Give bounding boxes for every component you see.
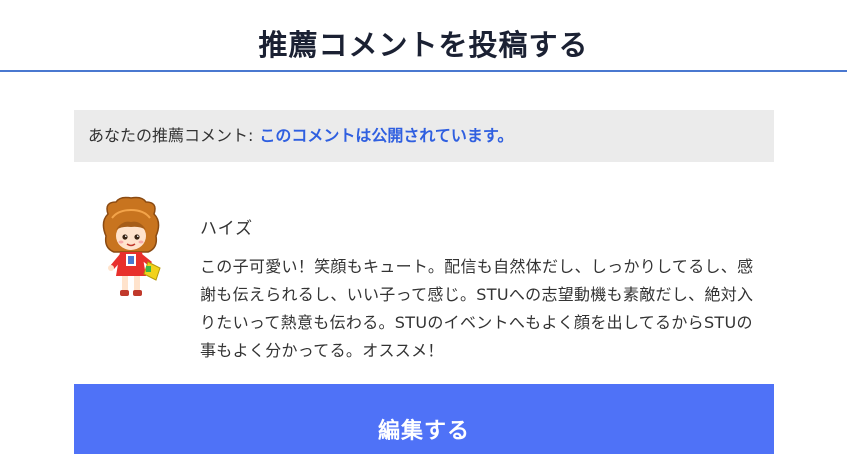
page-header: 推薦コメントを投稿する <box>0 0 847 72</box>
status-message: このコメントは公開されています。 <box>259 126 514 145</box>
comment-status-bar: あなたの推薦コメント: このコメントは公開されています。 <box>74 110 774 162</box>
avatar <box>98 196 164 300</box>
edit-button[interactable]: 編集する <box>74 384 774 454</box>
status-label: あなたの推薦コメント: <box>88 126 254 145</box>
comment-username: ハイズ <box>200 219 254 239</box>
comment-block: ハイズ この子可愛い！笑顔もキュート。配信も自然体だし、しっかりしてるし、感謝も… <box>200 214 765 365</box>
page-title: 推薦コメントを投稿する <box>258 28 589 62</box>
comment-body: この子可愛い！笑顔もキュート。配信も自然体だし、しっかりしてるし、感謝も伝えられ… <box>200 257 754 360</box>
character-avatar-icon <box>102 196 161 296</box>
